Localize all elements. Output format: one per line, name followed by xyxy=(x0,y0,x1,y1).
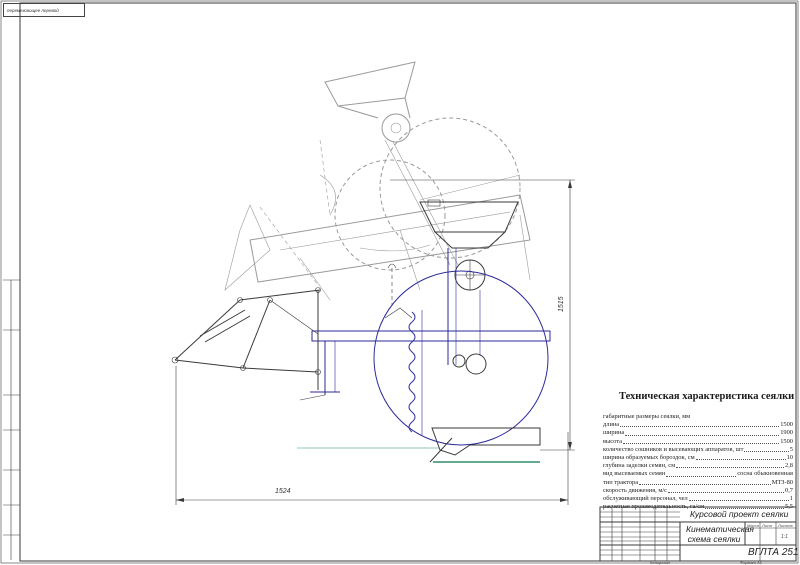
corner-note: перемежающее перевод xyxy=(3,3,85,17)
spec-label: высота xyxy=(603,437,622,445)
spec-label: скорость движения, м/с xyxy=(603,486,667,494)
spec-value: МТЗ-80 xyxy=(771,478,793,486)
spec-label: обслуживающий персонал, чел xyxy=(603,495,688,503)
drawing-sheet: перемежающее перевод 1524 1515 Техническ… xyxy=(0,0,800,565)
spec-row: высота 1500 xyxy=(603,438,793,446)
spec-row: скорость движения, м/с 0,7 xyxy=(603,487,793,495)
spec-value: 5 xyxy=(789,445,793,453)
seeder-mechanism xyxy=(297,199,551,463)
spec-label: количество сошников и высевающих аппарат… xyxy=(603,445,744,453)
spec-label: глубина заделки семян, см xyxy=(603,462,676,470)
drawing-title: Кинематическая схема сеялки xyxy=(686,524,754,544)
spec-label: длина xyxy=(603,421,620,429)
spec-row: длина 1500 xyxy=(603,421,793,429)
spec-value: 1500 xyxy=(780,437,793,445)
spec-value: 0,7 xyxy=(785,486,793,494)
scale-value: 1:1 xyxy=(781,534,788,540)
spec-row: тип трактора МТЗ-80 xyxy=(603,479,793,487)
copied-label: Копировал xyxy=(650,560,670,565)
project-title: Курсовой проект сеялки xyxy=(690,509,789,519)
spec-label: ширина xyxy=(603,429,625,437)
spec-label: расчетная производительность, га/см xyxy=(603,503,705,511)
spec-row: глубина заделки семян, см 2,8 xyxy=(603,462,793,470)
spec-value: сосна обыкновенная xyxy=(737,470,793,478)
spec-row: количество сошников и высевающих аппарат… xyxy=(603,446,793,454)
spec-label: вид высеваемых семян xyxy=(603,470,666,478)
mass-label: Масса xyxy=(747,523,759,528)
spec-value: 2,8 xyxy=(785,462,793,470)
hitch-linkage xyxy=(171,287,326,401)
drawing-code: ВГЛТА 251 гр xyxy=(748,547,800,558)
spec-row: ширина образуемых бороздок, см 10 xyxy=(603,454,793,462)
spec-title: Техническая характеристика сеялки xyxy=(619,391,795,402)
spec-list: габаритные размеры сеялки, мм длина 1500 … xyxy=(603,413,793,511)
left-margin-table xyxy=(3,279,20,560)
spec-row: ширина 1900 xyxy=(603,429,793,437)
spec-label: ширина образуемых бороздок, см xyxy=(603,454,695,462)
spec-label: габаритные размеры сеялки, мм xyxy=(603,413,691,420)
raised-position-construction xyxy=(224,61,531,301)
dimension-length-label: 1524 xyxy=(275,488,291,495)
spec-row: обслуживающий персонал, чел 1 xyxy=(603,495,793,503)
dimension-height-label: 1515 xyxy=(558,296,565,312)
sheet-label: Лист xyxy=(762,523,773,528)
spec-row: габаритные размеры сеялки, мм xyxy=(603,413,793,421)
spec-value: 1500 xyxy=(780,421,793,429)
sheets-label: Листов xyxy=(778,523,793,528)
spec-value: 1900 xyxy=(780,429,793,437)
spec-label: тип трактора xyxy=(603,478,639,486)
format-label: Формат А1 xyxy=(740,560,762,565)
spec-row: вид высеваемых семян сосна обыкновенная xyxy=(603,470,793,478)
spec-value: 1 xyxy=(789,495,793,503)
spec-value: 10 xyxy=(786,454,793,462)
